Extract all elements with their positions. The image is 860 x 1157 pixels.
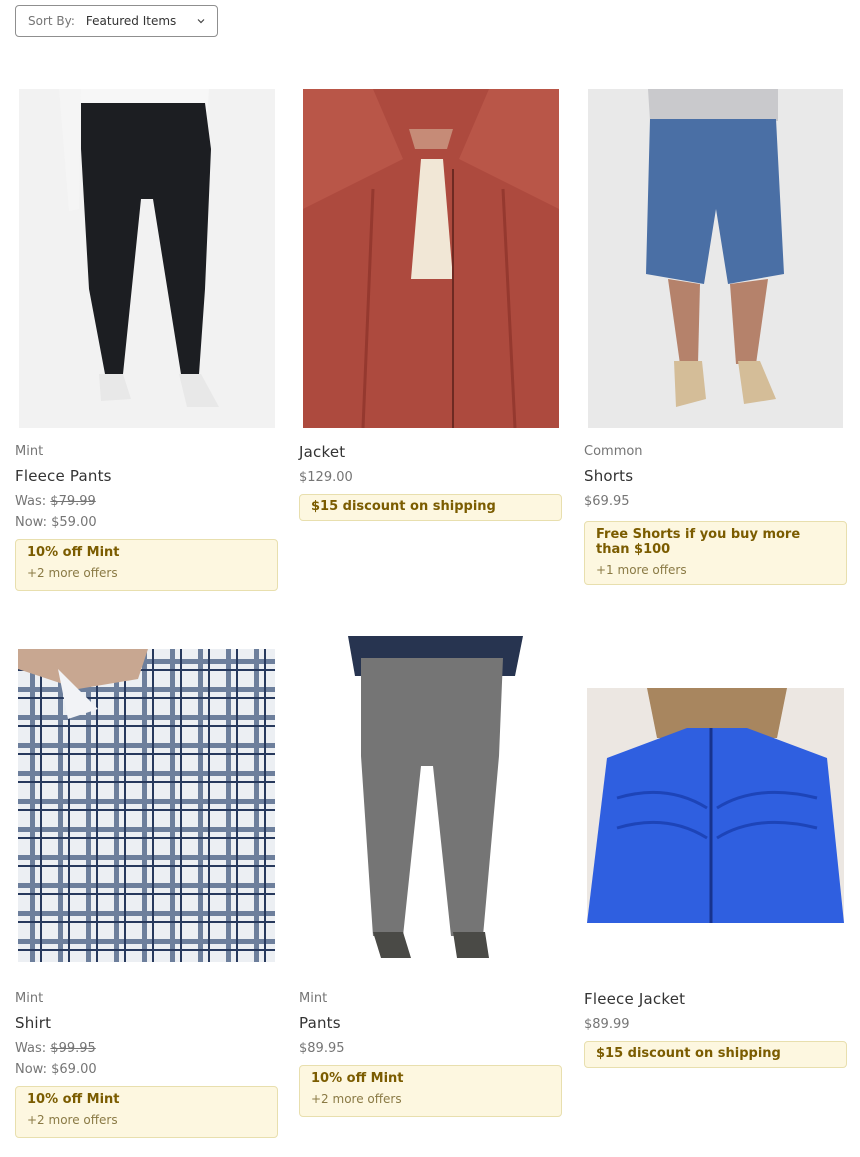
promo-badge[interactable]: 10% off Mint +2 more offers — [299, 1065, 562, 1117]
product-image-fleece-pants[interactable] — [19, 89, 275, 428]
product-title-shirt[interactable]: Shirt — [15, 1014, 51, 1032]
more-offers-link[interactable]: +2 more offers — [311, 1092, 550, 1106]
was-label: Was: — [15, 494, 47, 509]
sort-by-value: Featured Items — [85, 14, 177, 28]
product-image-shirt[interactable] — [18, 649, 275, 962]
was-value: $99.95 — [50, 1041, 96, 1056]
product-now-price: Now: $69.00 — [15, 1062, 97, 1077]
product-title-shorts[interactable]: Shorts — [584, 467, 633, 485]
promo-text: $15 discount on shipping — [596, 1046, 781, 1061]
more-offers-link[interactable]: +2 more offers — [27, 1113, 266, 1127]
product-image-fleece-jacket[interactable] — [587, 688, 844, 923]
product-title-fleece-pants[interactable]: Fleece Pants — [15, 467, 112, 485]
product-title-jacket[interactable]: Jacket — [299, 443, 345, 461]
chevron-down-icon — [197, 19, 205, 24]
promo-text: $15 discount on shipping — [311, 499, 496, 514]
promo-badge[interactable]: 10% off Mint +2 more offers — [15, 1086, 278, 1138]
sort-by-label: Sort By: — [28, 14, 75, 28]
product-title-fleece-jacket[interactable]: Fleece Jacket — [584, 990, 685, 1008]
product-price: $129.00 — [299, 470, 353, 485]
now-value: $69.00 — [51, 1062, 97, 1077]
more-offers-link[interactable]: +1 more offers — [596, 563, 835, 577]
product-was-price: Was: $79.99 — [15, 494, 96, 509]
promo-text: Free Shorts if you buy more than $100 — [596, 527, 801, 557]
promo-text: 10% off Mint — [311, 1071, 404, 1086]
promo-text: 10% off Mint — [27, 545, 120, 560]
product-image-jacket[interactable] — [303, 89, 559, 428]
product-price: $89.95 — [299, 1041, 345, 1056]
now-value: $59.00 — [51, 515, 97, 530]
promo-badge[interactable]: 10% off Mint +2 more offers — [15, 539, 278, 591]
product-title-pants[interactable]: Pants — [299, 1014, 341, 1032]
product-price: $89.99 — [584, 1017, 630, 1032]
now-label: Now: — [15, 515, 47, 530]
product-brand: Mint — [15, 444, 44, 459]
promo-badge[interactable]: $15 discount on shipping — [299, 494, 562, 521]
product-price: $69.95 — [584, 494, 630, 509]
product-image-shorts[interactable] — [588, 89, 843, 428]
product-now-price: Now: $59.00 — [15, 515, 97, 530]
was-value: $79.99 — [50, 494, 96, 509]
product-brand: Mint — [299, 991, 328, 1006]
promo-badge[interactable]: $15 discount on shipping — [584, 1041, 847, 1068]
sort-by-select[interactable]: Sort By: Featured Items — [15, 5, 218, 37]
promo-text: 10% off Mint — [27, 1092, 120, 1107]
product-image-pants[interactable] — [303, 636, 559, 961]
promo-badge[interactable]: Free Shorts if you buy more than $100 +1… — [584, 521, 847, 585]
now-label: Now: — [15, 1062, 47, 1077]
more-offers-link[interactable]: +2 more offers — [27, 566, 266, 580]
was-label: Was: — [15, 1041, 47, 1056]
product-brand: Common — [584, 444, 643, 459]
product-brand: Mint — [15, 991, 44, 1006]
product-was-price: Was: $99.95 — [15, 1041, 96, 1056]
